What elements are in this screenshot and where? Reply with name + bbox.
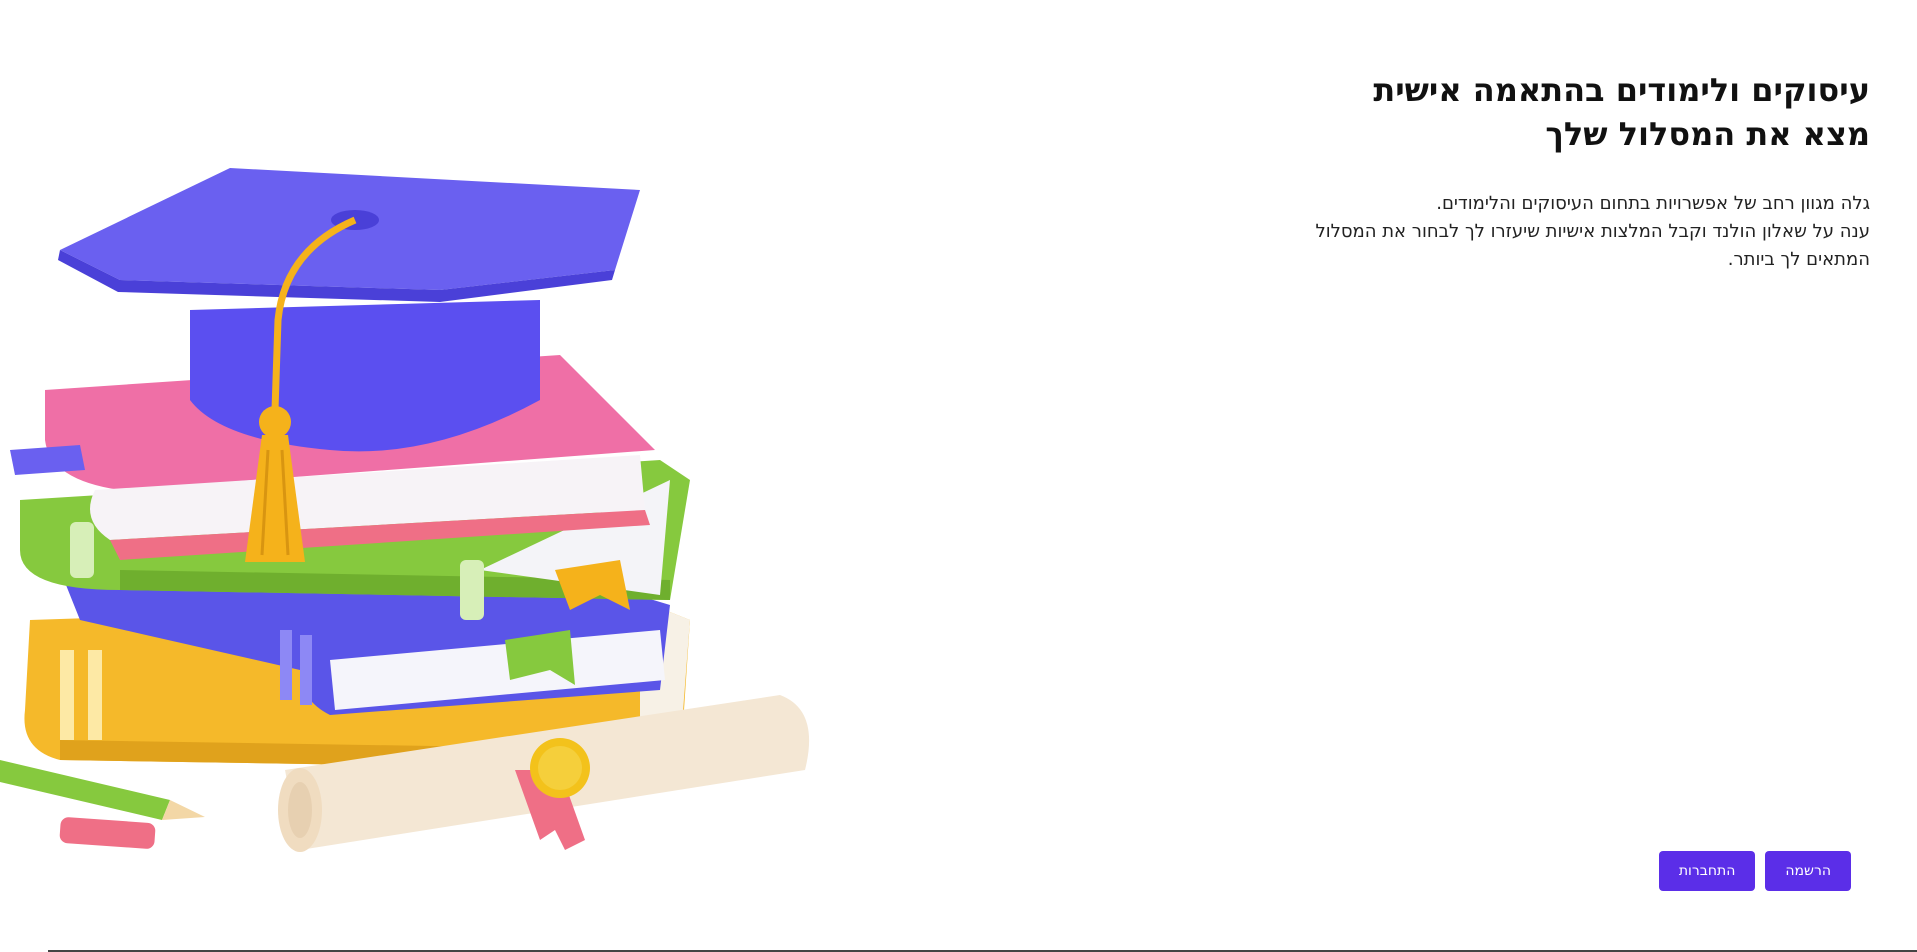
- hero-description-line-3: המתאים לך ביותר.: [1727, 249, 1870, 270]
- hero-description-line-2: ענה על שאלון הולנד וקבל המלצות אישיות שי…: [1315, 221, 1870, 242]
- hero-description: גלה מגוון רחב של אפשרויות בתחום העיסוקים…: [1230, 190, 1870, 274]
- eraser: [59, 817, 156, 849]
- page-title-line-2: מצא את המסלול שלך: [1545, 115, 1870, 153]
- auth-actions: הרשמה התחברות: [1658, 851, 1851, 891]
- page-title: עיסוקים ולימודים בהתאמה אישית מצא את המס…: [1230, 68, 1870, 156]
- hero-content: עיסוקים ולימודים בהתאמה אישית מצא את המס…: [1230, 68, 1870, 274]
- login-button[interactable]: התחברות: [1658, 851, 1756, 891]
- register-button[interactable]: הרשמה: [1765, 851, 1851, 891]
- graduation-books-illustration: [0, 168, 810, 852]
- hero-description-line-1: גלה מגוון רחב של אפשרויות בתחום העיסוקים…: [1436, 193, 1870, 214]
- pencil: [0, 760, 205, 820]
- landing-page: עיסוקים ולימודים בהתאמה אישית מצא את המס…: [0, 0, 1917, 952]
- page-title-line-1: עיסוקים ולימודים בהתאמה אישית: [1373, 71, 1870, 109]
